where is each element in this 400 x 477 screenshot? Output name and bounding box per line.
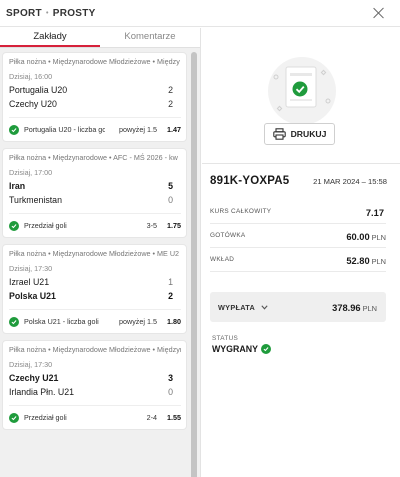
bet-card[interactable]: Piłka nożna • Międzynarodowe Młodzieżowe… xyxy=(2,244,187,334)
team-row: Polska U21 2 xyxy=(9,291,181,302)
payout-label: WYPŁATA xyxy=(218,302,256,312)
team-name: Izrael U21 xyxy=(9,277,50,287)
stake-row: WKŁAD 52.80 PLN xyxy=(210,248,386,272)
cash-value: 60.00 xyxy=(346,231,370,242)
team-name: Iran xyxy=(9,181,26,191)
tabs: Zakłady Komentarze xyxy=(0,28,200,48)
check-icon xyxy=(260,344,271,354)
bets-list: Piłka nożna • Międzynarodowe Młodzieżowe… xyxy=(2,52,187,436)
bet-mode-label: PROSTY xyxy=(52,7,96,19)
team-score: 2 xyxy=(168,85,173,95)
bet-card[interactable]: Piłka nożna • Międzynarodowe Młodzieżowe… xyxy=(2,52,187,142)
team-name: Turkmenistan xyxy=(9,195,62,205)
team-name: Czechy U20 xyxy=(9,99,57,109)
bet-league: Piłka nożna • Międzynarodowe Młodzieżowe… xyxy=(9,249,180,258)
ticket-date: 21 MAR 2024 – 15:58 xyxy=(313,177,387,186)
stake-label: WKŁAD xyxy=(210,256,235,263)
bet-card[interactable]: Piłka nożna • Międzynarodowe • AFC - MŚ … xyxy=(2,148,187,238)
team-score: 2 xyxy=(168,291,173,301)
pick-line: 2-4 xyxy=(146,413,157,422)
pick-line: powyżej 1.5 xyxy=(119,125,157,134)
cash-row: GOTÓWKA 60.00 PLN xyxy=(210,224,386,248)
cash-label: GOTÓWKA xyxy=(210,232,246,239)
team-row: Iran 5 xyxy=(9,181,181,192)
bet-time: Dzisiaj, 17:30 xyxy=(9,264,53,273)
bet-type-title: SPORT • PROSTY xyxy=(6,8,96,19)
chevron-down-icon xyxy=(261,304,268,310)
stake-currency: PLN xyxy=(371,256,386,266)
tab-comments[interactable]: Komentarze xyxy=(100,28,200,47)
divider xyxy=(202,163,400,164)
bet-time: Dzisiaj, 17:30 xyxy=(9,360,53,369)
payout-row[interactable]: WYPŁATA 378.96 PLN xyxy=(210,292,386,322)
scrollbar-thumb[interactable] xyxy=(191,52,197,477)
team-row: Irlandia Płn. U21 0 xyxy=(9,387,181,398)
team-score: 3 xyxy=(168,373,173,383)
total-odds-row: KURS CAŁKOWITY 7.17 xyxy=(210,200,386,224)
team-name: Portugalia U20 xyxy=(9,85,68,95)
pick-name: Polska U21 - liczba goli xyxy=(24,317,99,326)
pick-odds: 1.75 xyxy=(167,221,181,230)
check-icon xyxy=(9,124,19,135)
team-name: Polska U21 xyxy=(9,291,56,301)
bet-pick: Polska U21 - liczba goli powyżej 1.5 1.8… xyxy=(9,309,181,333)
team-row: Turkmenistan 0 xyxy=(9,195,181,206)
bet-league: Piłka nożna • Międzynarodowe Młodzieżowe… xyxy=(9,57,180,66)
print-button[interactable]: DRUKUJ xyxy=(264,123,335,145)
header: SPORT • PROSTY xyxy=(0,0,400,27)
ticket-success-illustration xyxy=(268,57,336,125)
title-separator: • xyxy=(45,9,49,17)
printer-icon xyxy=(272,128,286,140)
bet-league: Piłka nożna • Międzynarodowe • AFC - MŚ … xyxy=(9,153,178,162)
status-label: STATUS xyxy=(212,335,239,342)
scrollbar[interactable] xyxy=(190,52,198,477)
bet-time: Dzisiaj, 16:00 xyxy=(9,72,53,81)
status-text: WYGRANY xyxy=(212,344,258,354)
check-icon xyxy=(9,316,19,327)
pick-line: 3-5 xyxy=(146,221,157,230)
ticket-panel: DRUKUJ 891K-YOXPA5 21 MAR 2024 – 15:58 K… xyxy=(202,28,400,477)
stake-value: 52.80 xyxy=(346,255,370,266)
team-score: 0 xyxy=(168,387,173,397)
cash-currency: PLN xyxy=(371,232,386,242)
team-name: Czechy U21 xyxy=(9,373,59,383)
bet-time: Dzisiaj, 17:00 xyxy=(9,168,53,177)
team-row: Portugalia U20 2 xyxy=(9,85,181,96)
print-button-label: DRUKUJ xyxy=(290,129,327,139)
team-score: 2 xyxy=(168,99,173,109)
team-score: 5 xyxy=(168,181,173,191)
bet-card[interactable]: Piłka nożna • Międzynarodowe Młodzieżowe… xyxy=(2,340,187,430)
pick-name: Portugalia U20 - liczba goli xyxy=(24,125,105,134)
tab-bets[interactable]: Zakłady xyxy=(0,28,100,47)
bet-pick: Przedział goli 2-4 1.55 xyxy=(9,405,181,429)
pick-line: powyżej 1.5 xyxy=(119,317,157,326)
team-score: 1 xyxy=(168,277,173,287)
pick-name: Przedział goli xyxy=(24,221,67,230)
team-name: Irlandia Płn. U21 xyxy=(9,387,75,397)
check-icon xyxy=(9,220,19,231)
check-icon xyxy=(9,412,19,423)
total-odds-value: 7.17 xyxy=(365,207,384,218)
bet-pick: Portugalia U20 - liczba goli powyżej 1.5… xyxy=(9,117,181,141)
payout-value: 378.96 xyxy=(332,303,361,313)
pick-name: Przedział goli xyxy=(24,413,67,422)
bet-pick: Przedział goli 3-5 1.75 xyxy=(9,213,181,237)
total-odds-label: KURS CAŁKOWITY xyxy=(210,208,272,215)
bet-sport-label: SPORT xyxy=(6,7,42,19)
payout-currency: PLN xyxy=(362,304,377,313)
pick-odds: 1.80 xyxy=(167,317,181,326)
team-row: Izrael U21 1 xyxy=(9,277,181,288)
status-value: WYGRANY xyxy=(212,344,276,354)
ticket-id: 891K-YOXPA5 xyxy=(210,175,290,187)
close-icon[interactable] xyxy=(372,6,386,20)
pick-odds: 1.47 xyxy=(167,125,181,134)
bet-league: Piłka nożna • Międzynarodowe Młodzieżowe… xyxy=(9,345,181,354)
bets-panel: Zakłady Komentarze Piłka nożna • Międzyn… xyxy=(0,28,201,477)
team-row: Czechy U21 3 xyxy=(9,373,181,384)
pick-odds: 1.55 xyxy=(167,413,181,422)
payout-label-group: WYPŁATA xyxy=(218,303,268,312)
team-score: 0 xyxy=(168,195,173,205)
team-row: Czechy U20 2 xyxy=(9,99,181,110)
